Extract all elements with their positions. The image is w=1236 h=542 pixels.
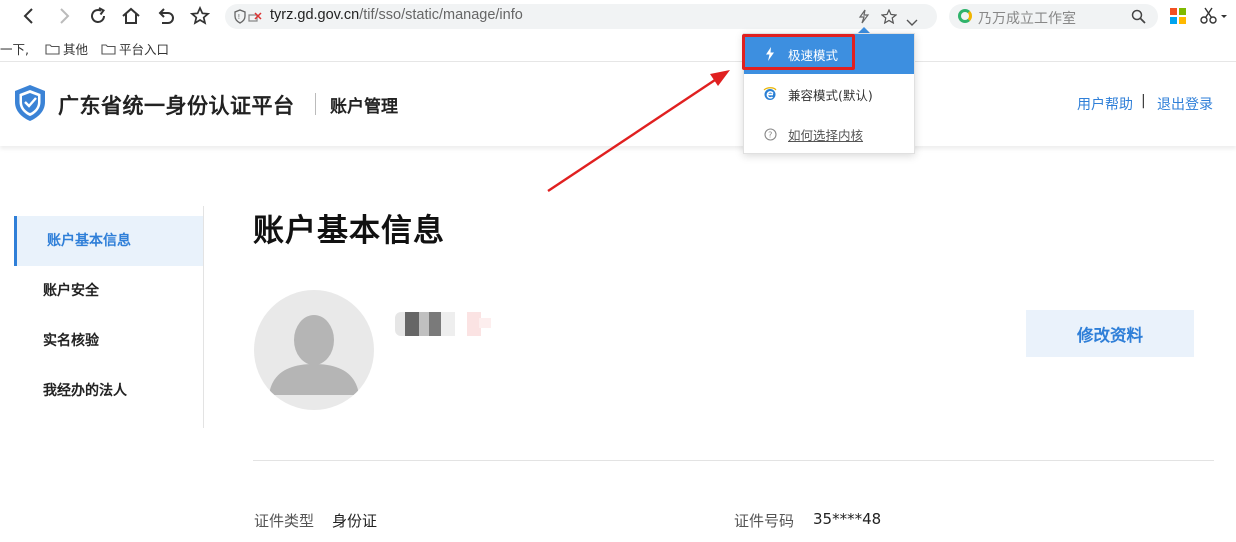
apps-grid-icon[interactable] <box>1170 8 1186 24</box>
header-divider <box>315 93 316 115</box>
search-icon[interactable] <box>1131 9 1146 28</box>
bookmark-folder-platform[interactable]: 平台入口 <box>101 39 169 58</box>
sidebar-item-label: 账户安全 <box>43 283 99 299</box>
url-text[interactable]: tyrz.gd.gov.cn/tif/sso/static/manage/inf… <box>270 7 523 23</box>
page-title: 账户基本信息 <box>253 213 445 249</box>
id-type-label: 证件类型 <box>254 512 315 530</box>
menu-item-label: 极速模式 <box>788 47 839 63</box>
url-path: /tif/sso/static/manage/info <box>359 7 523 23</box>
menu-item-compat-mode[interactable]: 兼容模式(默认) <box>744 74 914 114</box>
user-help-link[interactable]: 用户帮助 <box>1077 94 1133 114</box>
bookmark-label: 平台入口 <box>119 42 170 57</box>
platform-name: 广东省统一身份认证平台 <box>58 94 295 118</box>
content-divider <box>253 460 1214 461</box>
back-icon[interactable] <box>16 3 42 29</box>
sidebar-item-legal-persons[interactable]: 我经办的法人 <box>14 366 203 416</box>
menu-item-label: 兼容模式(默认) <box>788 87 873 103</box>
sidebar-item-security[interactable]: 账户安全 <box>14 266 203 316</box>
id-type-value: 身份证 <box>332 512 378 530</box>
bookmark-star-icon[interactable] <box>187 3 213 29</box>
url-host: tyrz.gd.gov.cn <box>270 7 360 23</box>
lightning-icon <box>763 47 777 61</box>
section-name: 账户管理 <box>330 97 398 117</box>
search-input-text[interactable]: 乃万成立工作室 <box>978 8 1076 28</box>
menu-item-speed-mode[interactable]: 极速模式 <box>744 34 914 74</box>
home-icon[interactable] <box>118 3 144 29</box>
bookmark-bar: 一下, 其他 平台入口 <box>0 33 1236 62</box>
sidebar-item-label: 我经办的法人 <box>43 383 127 399</box>
menu-item-label: 如何选择内核 <box>788 127 864 143</box>
bookmark-folder-other[interactable]: 其他 <box>45 39 88 58</box>
search-engine-icon <box>958 9 972 23</box>
refresh-icon[interactable] <box>85 3 111 29</box>
logout-link[interactable]: 退出登录 <box>1157 94 1213 114</box>
help-circle-icon: ? <box>763 127 777 141</box>
edit-profile-button[interactable]: 修改资料 <box>1026 310 1194 357</box>
screenshot-scissors-icon[interactable] <box>1199 6 1229 30</box>
sidebar: 账户基本信息 账户安全 实名核验 我经办的法人 <box>14 206 204 428</box>
forward-icon[interactable] <box>51 3 77 29</box>
lightning-icon[interactable] <box>857 9 871 28</box>
undo-icon[interactable] <box>153 3 179 29</box>
folder-icon <box>101 43 116 55</box>
user-silhouette-icon <box>269 315 359 395</box>
avatar <box>254 290 374 410</box>
svg-text:?: ? <box>768 130 772 139</box>
username-blurred <box>395 312 495 338</box>
search-box[interactable]: 乃万成立工作室 <box>949 4 1158 29</box>
bookmark-label: 其他 <box>63 42 89 57</box>
id-number-label: 证件号码 <box>734 512 795 530</box>
address-bar[interactable]: ! tyrz.gd.gov.cn/tif/sso/static/manage/i… <box>225 4 937 29</box>
sidebar-item-verification[interactable]: 实名核验 <box>14 316 203 366</box>
sidebar-item-label: 账户基本信息 <box>47 233 131 249</box>
kernel-mode-dropdown: 极速模式 兼容模式(默认) ? 如何选择内核 <box>743 33 915 154</box>
shield-logo-icon <box>12 83 48 127</box>
id-number-value: 35****48 <box>813 510 882 528</box>
menu-item-how-to-choose[interactable]: ? 如何选择内核 <box>744 114 914 154</box>
browser-toolbar: ! tyrz.gd.gov.cn/tif/sso/static/manage/i… <box>0 0 1236 33</box>
sidebar-item-basic-info[interactable]: 账户基本信息 <box>14 216 203 266</box>
folder-icon <box>45 43 60 55</box>
sidebar-item-label: 实名核验 <box>43 333 99 349</box>
ie-compat-icon <box>763 87 777 101</box>
bookmark-label: 一下, <box>0 42 29 57</box>
chevron-down-icon[interactable] <box>906 12 918 31</box>
favorite-star-icon[interactable] <box>880 8 898 28</box>
bookmark-item[interactable]: 一下, <box>0 39 29 58</box>
security-shield-icon[interactable]: ! <box>234 9 262 28</box>
annotation-arrow <box>547 70 730 192</box>
link-separator: | <box>1141 93 1146 109</box>
svg-text:!: ! <box>238 13 241 21</box>
